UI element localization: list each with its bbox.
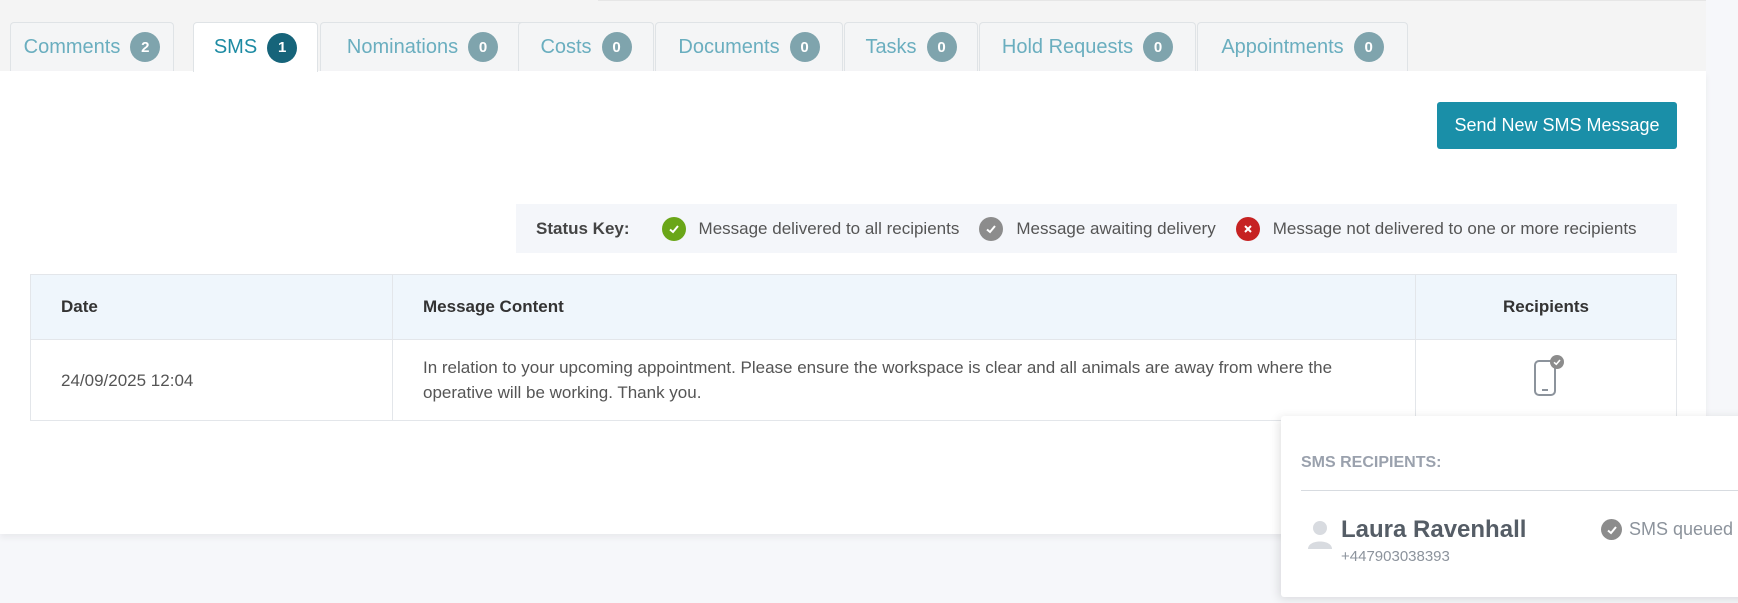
tab-bar-top-border	[598, 0, 1706, 1]
check-icon	[1601, 519, 1622, 540]
status-key: Status Key: Message delivered to all rec…	[516, 204, 1677, 253]
sms-recipients-popover: SMS RECIPIENTS: Laura Ravenhall +4479030…	[1281, 416, 1738, 597]
tab-comments[interactable]: Comments 2	[10, 22, 174, 71]
recipient-status-label: SMS queued	[1629, 519, 1734, 539]
column-header-message-content: Message Content	[392, 274, 1416, 340]
user-icon	[1305, 518, 1335, 550]
count-badge: 0	[1353, 32, 1384, 62]
column-header-date: Date	[30, 274, 393, 340]
tab-tasks[interactable]: Tasks 0	[844, 22, 978, 71]
tab-label: Documents	[678, 35, 780, 58]
cross-icon	[1235, 216, 1260, 241]
recipient-status: SMS queued	[1601, 519, 1733, 540]
table-header-row: Date Message Content Recipients	[30, 274, 1677, 340]
status-key-title: Status Key:	[536, 218, 630, 238]
recipient-phone: +447903038393	[1341, 548, 1450, 565]
cell-recipients	[1415, 339, 1677, 421]
send-new-sms-button[interactable]: Send New SMS Message	[1437, 102, 1677, 149]
cell-message-content: In relation to your upcoming appointment…	[392, 339, 1416, 421]
status-key-label: Message awaiting delivery	[1016, 218, 1216, 238]
tab-hold-requests[interactable]: Hold Requests 0	[979, 22, 1196, 71]
tab-label: Comments	[23, 35, 121, 58]
tab-documents[interactable]: Documents 0	[655, 22, 843, 71]
sms-table: Date Message Content Recipients 24/09/20…	[30, 274, 1677, 421]
check-icon	[661, 216, 686, 241]
count-badge: 1	[267, 32, 298, 63]
count-badge: 0	[789, 32, 820, 62]
status-key-label: Message not delivered to one or more rec…	[1272, 218, 1637, 238]
divider	[1301, 490, 1738, 491]
popover-title: SMS RECIPIENTS:	[1301, 454, 1442, 471]
tab-label: Costs	[540, 35, 592, 58]
count-badge: 0	[1143, 32, 1174, 62]
status-key-awaiting: Message awaiting delivery	[979, 216, 1216, 241]
tab-nominations[interactable]: Nominations 0	[320, 22, 525, 71]
count-badge: 0	[468, 32, 499, 62]
count-badge: 0	[601, 32, 632, 62]
status-key-label: Message delivered to all recipients	[698, 218, 960, 238]
tab-sms[interactable]: SMS 1	[193, 22, 318, 72]
tab-label: Tasks	[865, 35, 917, 58]
count-badge: 2	[130, 32, 161, 62]
recipient-name: Laura Ravenhall	[1341, 516, 1527, 543]
tab-label: Hold Requests	[1001, 35, 1134, 58]
tab-appointments[interactable]: Appointments 0	[1197, 22, 1408, 71]
column-header-recipients: Recipients	[1415, 274, 1677, 340]
status-key-not-delivered: Message not delivered to one or more rec…	[1235, 216, 1637, 241]
phone-icon[interactable]	[1528, 354, 1564, 399]
tab-costs[interactable]: Costs 0	[518, 22, 654, 71]
cell-date: 24/09/2025 12:04	[30, 339, 393, 421]
tab-label: Appointments	[1221, 35, 1344, 58]
check-icon	[979, 216, 1004, 241]
status-key-delivered: Message delivered to all recipients	[661, 216, 960, 241]
tab-label: Nominations	[346, 35, 459, 58]
table-row: 24/09/2025 12:04 In relation to your upc…	[30, 339, 1677, 421]
count-badge: 0	[926, 32, 957, 62]
tab-label: SMS	[213, 36, 258, 58]
